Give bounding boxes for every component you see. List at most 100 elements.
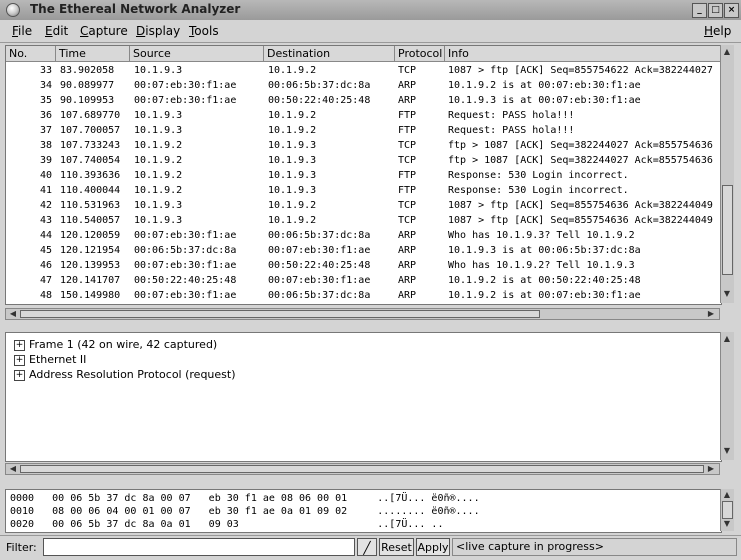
menu-edit[interactable]: Edit <box>45 24 68 38</box>
filter-expression-button[interactable]: ╱ <box>357 538 377 556</box>
protocol-tree-vscroll[interactable]: ▲ ▼ <box>720 332 734 460</box>
packet-list-vscroll-thumb[interactable] <box>722 185 733 275</box>
table-row[interactable]: 38 107.733243 10.1.9.2 10.1.9.3 TCP ftp > 108… <box>6 138 721 153</box>
cell-info: Response: 530 Login incorrect. <box>448 170 629 181</box>
cell-protocol: TCP <box>398 155 417 166</box>
cell-protocol: TCP <box>398 65 417 76</box>
tree-item-frame[interactable]: + Frame 1 (42 on wire, 42 captured) <box>14 337 217 352</box>
table-row[interactable]: 42 110.531963 10.1.9.3 10.1.9.2 TCP 1087 > ft… <box>6 198 721 213</box>
cell-info: Request: PASS hola!!! <box>448 125 575 136</box>
scroll-left-icon[interactable]: ◀ <box>7 464 19 474</box>
protocol-tree-hscroll-thumb[interactable] <box>20 465 704 473</box>
expand-icon[interactable]: + <box>14 369 25 381</box>
cell-info: 10.1.9.2 is at 00:07:eb:30:f1:ae <box>448 290 641 301</box>
packet-list-vscroll[interactable]: ▲ ▼ <box>720 45 734 303</box>
menu-bar: File Edit Capture Display Tools Help <box>0 20 741 43</box>
apply-button[interactable]: Apply <box>416 538 450 556</box>
column-header-protocol[interactable]: Protocol <box>395 46 445 62</box>
scroll-up-icon[interactable]: ▲ <box>721 47 733 57</box>
menu-capture[interactable]: Capture <box>80 24 128 38</box>
column-header-source[interactable]: Source <box>130 46 264 62</box>
cell-info: 1087 > ftp [ACK] Seq=855754636 Ack=38224… <box>448 200 713 211</box>
tree-item-arp[interactable]: + Address Resolution Protocol (request) <box>14 367 236 382</box>
cell-no: 44 <box>39 230 52 241</box>
hex-dump-vscroll[interactable]: ▲ ▼ <box>720 489 734 531</box>
table-row[interactable]: 37 107.700057 10.1.9.3 10.1.9.2 FTP Request: … <box>6 123 721 138</box>
status-text: <live capture in progress> <box>452 538 737 556</box>
packet-list-hscroll-thumb[interactable] <box>20 310 540 318</box>
cell-info: 1087 > ftp [ACK] Seq=855754622 Ack=38224… <box>448 65 713 76</box>
table-row[interactable]: 48 150.149980 00:07:eb:30:f1:ae 00:06:5b:37… <box>6 288 721 303</box>
table-row[interactable]: 43 110.540057 10.1.9.3 10.1.9.2 TCP 1087 > ft… <box>6 213 721 228</box>
hex-row: 0010 08 00 06 04 00 01 00 07 eb 30 f1 ae… <box>10 506 480 517</box>
cell-source: 00:07:eb:30:f1:ae <box>134 260 237 271</box>
filter-input[interactable] <box>43 538 355 556</box>
scroll-right-icon[interactable]: ▶ <box>705 464 717 474</box>
scroll-down-icon[interactable]: ▼ <box>721 289 733 299</box>
cell-destination: 10.1.9.2 <box>268 200 317 211</box>
table-row[interactable]: 40 110.393636 10.1.9.2 10.1.9.3 FTP Response:… <box>6 168 721 183</box>
cell-no: 36 <box>39 110 52 121</box>
close-icon[interactable]: × <box>724 3 739 18</box>
cell-destination: 00:06:5b:37:dc:8a <box>268 80 371 91</box>
cell-source: 10.1.9.3 <box>134 125 183 136</box>
scroll-down-icon[interactable]: ▼ <box>721 446 733 456</box>
minimize-icon[interactable]: _ <box>692 3 707 18</box>
column-header-time[interactable]: Time <box>56 46 130 62</box>
expand-icon[interactable]: + <box>14 339 25 351</box>
table-row[interactable]: 34 90.089977 00:07:eb:30:f1:ae 00:06:5b:37:… <box>6 78 721 93</box>
window-menu-icon[interactable] <box>6 3 20 17</box>
packet-list-hscroll[interactable]: ◀ ▶ <box>5 308 720 320</box>
reset-button[interactable]: Reset <box>379 538 414 556</box>
scroll-left-icon[interactable]: ◀ <box>7 309 19 319</box>
scroll-up-icon[interactable]: ▲ <box>721 490 733 500</box>
cell-time: 120.120059 <box>60 230 121 241</box>
maximize-icon[interactable]: □ <box>708 3 723 18</box>
table-row[interactable]: 39 107.740054 10.1.9.2 10.1.9.3 TCP ftp > 108… <box>6 153 721 168</box>
cell-protocol: ARP <box>398 275 417 286</box>
table-row[interactable]: 35 90.109953 00:07:eb:30:f1:ae 00:50:22:40:… <box>6 93 721 108</box>
cell-info: 1087 > ftp [ACK] Seq=855754636 Ack=38224… <box>448 215 713 226</box>
hex-dump-vscroll-thumb[interactable] <box>722 501 733 519</box>
cell-protocol: TCP <box>398 200 417 211</box>
cell-no: 35 <box>39 95 52 106</box>
cell-no: 41 <box>39 185 52 196</box>
cell-source: 10.1.9.2 <box>134 185 183 196</box>
pane-splitter[interactable] <box>0 323 741 329</box>
scroll-up-icon[interactable]: ▲ <box>721 334 733 344</box>
cell-info: ftp > 1087 [ACK] Seq=382244027 Ack=85575… <box>448 140 713 151</box>
table-row[interactable]: 45 120.121954 00:06:5b:37:dc:8a 00:07:eb:30… <box>6 243 721 258</box>
cell-destination: 10.1.9.3 <box>268 185 317 196</box>
table-row[interactable]: 47 120.141707 00:50:22:40:25:48 00:07:eb:30… <box>6 273 721 288</box>
column-header-no[interactable]: No. <box>6 46 56 62</box>
cell-destination: 00:50:22:40:25:48 <box>268 95 371 106</box>
scroll-down-icon[interactable]: ▼ <box>721 519 733 529</box>
menu-help[interactable]: Help <box>704 24 731 38</box>
cell-time: 107.689770 <box>60 110 121 121</box>
cell-source: 10.1.9.3 <box>134 215 183 226</box>
cell-protocol: TCP <box>398 215 417 226</box>
cell-source: 10.1.9.3 <box>134 110 183 121</box>
tree-item-ethernet[interactable]: + Ethernet II <box>14 352 86 367</box>
expand-icon[interactable]: + <box>14 354 25 366</box>
table-row[interactable]: 41 110.400044 10.1.9.2 10.1.9.3 FTP Response:… <box>6 183 721 198</box>
cell-no: 48 <box>39 290 52 301</box>
pane-splitter[interactable] <box>0 478 741 484</box>
table-row[interactable]: 33 83.902058 10.1.9.3 10.1.9.2 TCP 1087 > ftp… <box>6 63 721 78</box>
column-header-info[interactable]: Info <box>445 46 721 62</box>
cell-protocol: ARP <box>398 230 417 241</box>
scroll-right-icon[interactable]: ▶ <box>705 309 717 319</box>
cell-no: 42 <box>39 200 52 211</box>
column-header-destination[interactable]: Destination <box>264 46 395 62</box>
cell-source: 10.1.9.3 <box>134 65 183 76</box>
table-row[interactable]: 44 120.120059 00:07:eb:30:f1:ae 00:06:5b:37… <box>6 228 721 243</box>
menu-tools[interactable]: Tools <box>189 24 219 38</box>
protocol-tree-hscroll[interactable]: ◀ ▶ <box>5 463 720 475</box>
menu-display[interactable]: Display <box>136 24 180 38</box>
packet-list: No. Time Source Destination Protocol Inf… <box>5 45 722 305</box>
cell-destination: 00:06:5b:37:dc:8a <box>268 290 371 301</box>
table-row[interactable]: 36 107.689770 10.1.9.3 10.1.9.2 FTP Request: … <box>6 108 721 123</box>
menu-file[interactable]: File <box>12 24 32 38</box>
cell-time: 120.139953 <box>60 260 121 271</box>
table-row[interactable]: 46 120.139953 00:07:eb:30:f1:ae 00:50:22:40… <box>6 258 721 273</box>
